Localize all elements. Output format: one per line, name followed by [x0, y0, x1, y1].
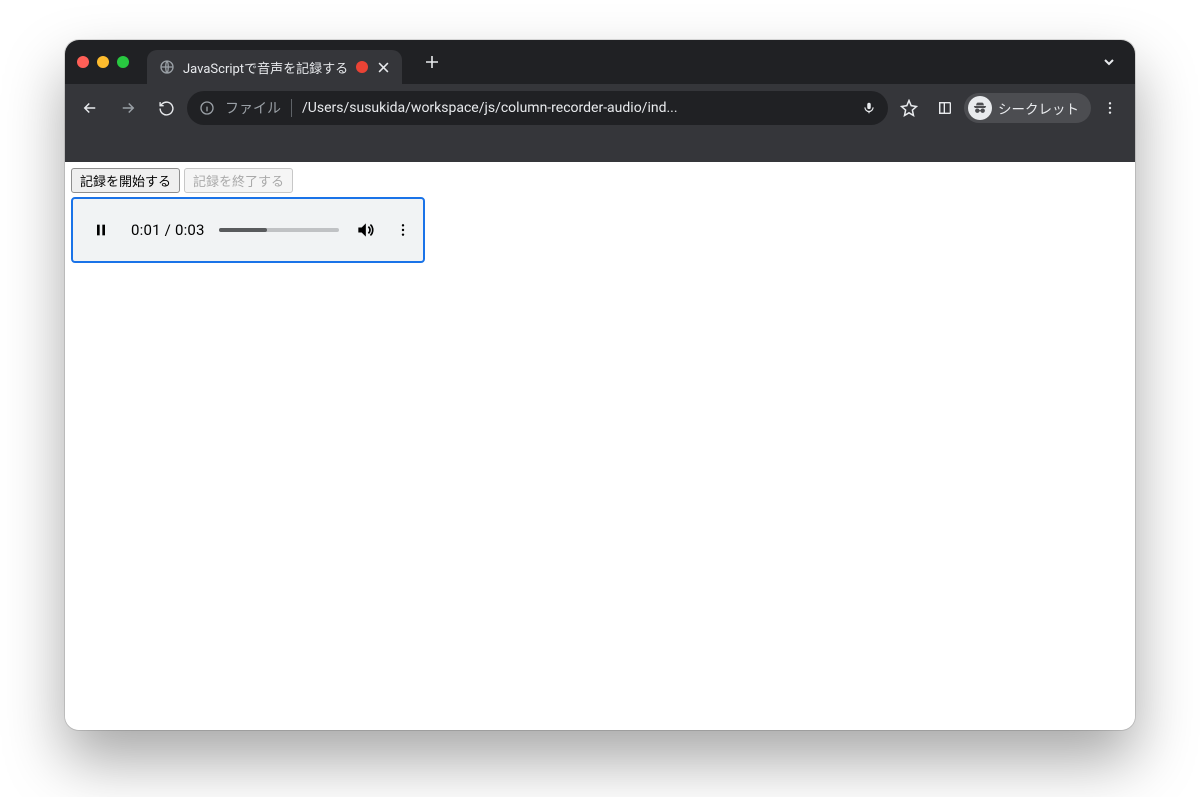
- audio-player: 0:01 / 0:03: [71, 197, 425, 263]
- button-row: 記録を開始する 記録を終了する: [71, 168, 1129, 193]
- recording-indicator-icon: [356, 61, 368, 73]
- seek-bar-fill: [219, 228, 267, 232]
- current-time: 0:01: [131, 221, 161, 239]
- incognito-icon: [968, 96, 992, 120]
- playback-time: 0:01 / 0:03: [131, 221, 205, 239]
- tab-search-button[interactable]: [1095, 55, 1123, 69]
- globe-icon: [159, 59, 175, 75]
- back-button[interactable]: [73, 91, 107, 125]
- bookmark-button[interactable]: [892, 91, 926, 125]
- stop-recording-button[interactable]: 記録を終了する: [184, 168, 293, 193]
- maximize-window-button[interactable]: [117, 56, 129, 68]
- url-text: /Users/susukida/workspace/js/column-reco…: [302, 100, 852, 116]
- duration: 0:03: [175, 221, 205, 239]
- minimize-window-button[interactable]: [97, 56, 109, 68]
- reload-button[interactable]: [149, 91, 183, 125]
- audio-more-button[interactable]: [391, 218, 415, 242]
- volume-button[interactable]: [353, 218, 377, 242]
- address-bar[interactable]: ファイル /Users/susukida/workspace/js/column…: [187, 91, 888, 125]
- browser-toolbar: ファイル /Users/susukida/workspace/js/column…: [65, 84, 1135, 132]
- seek-bar[interactable]: [219, 228, 339, 232]
- new-tab-button[interactable]: [418, 48, 446, 76]
- time-separator: /: [161, 221, 175, 239]
- bookmark-bar: [65, 132, 1135, 162]
- window-controls: [77, 56, 129, 68]
- pause-button[interactable]: [85, 214, 117, 246]
- toolbar-right: シークレット: [892, 91, 1127, 125]
- page-content: 記録を開始する 記録を終了する 0:01 / 0:03: [65, 162, 1135, 730]
- start-recording-button[interactable]: 記録を開始する: [71, 168, 180, 193]
- reading-list-button[interactable]: [928, 91, 962, 125]
- site-info-icon[interactable]: [199, 100, 215, 116]
- incognito-label: シークレット: [998, 98, 1079, 118]
- browser-tab[interactable]: JavaScriptで音声を記録する: [147, 50, 402, 84]
- close-tab-button[interactable]: [376, 60, 390, 74]
- tab-title: JavaScriptで音声を記録する: [183, 58, 348, 77]
- tab-strip: JavaScriptで音声を記録する: [65, 40, 1135, 84]
- url-scheme-label: ファイル: [225, 98, 281, 118]
- close-window-button[interactable]: [77, 56, 89, 68]
- omnibox-divider: [291, 99, 292, 117]
- microphone-icon[interactable]: [862, 101, 876, 115]
- forward-button[interactable]: [111, 91, 145, 125]
- incognito-profile-chip[interactable]: シークレット: [964, 93, 1091, 123]
- browser-menu-button[interactable]: [1093, 91, 1127, 125]
- browser-window: JavaScriptで音声を記録する ファイル: [65, 40, 1135, 730]
